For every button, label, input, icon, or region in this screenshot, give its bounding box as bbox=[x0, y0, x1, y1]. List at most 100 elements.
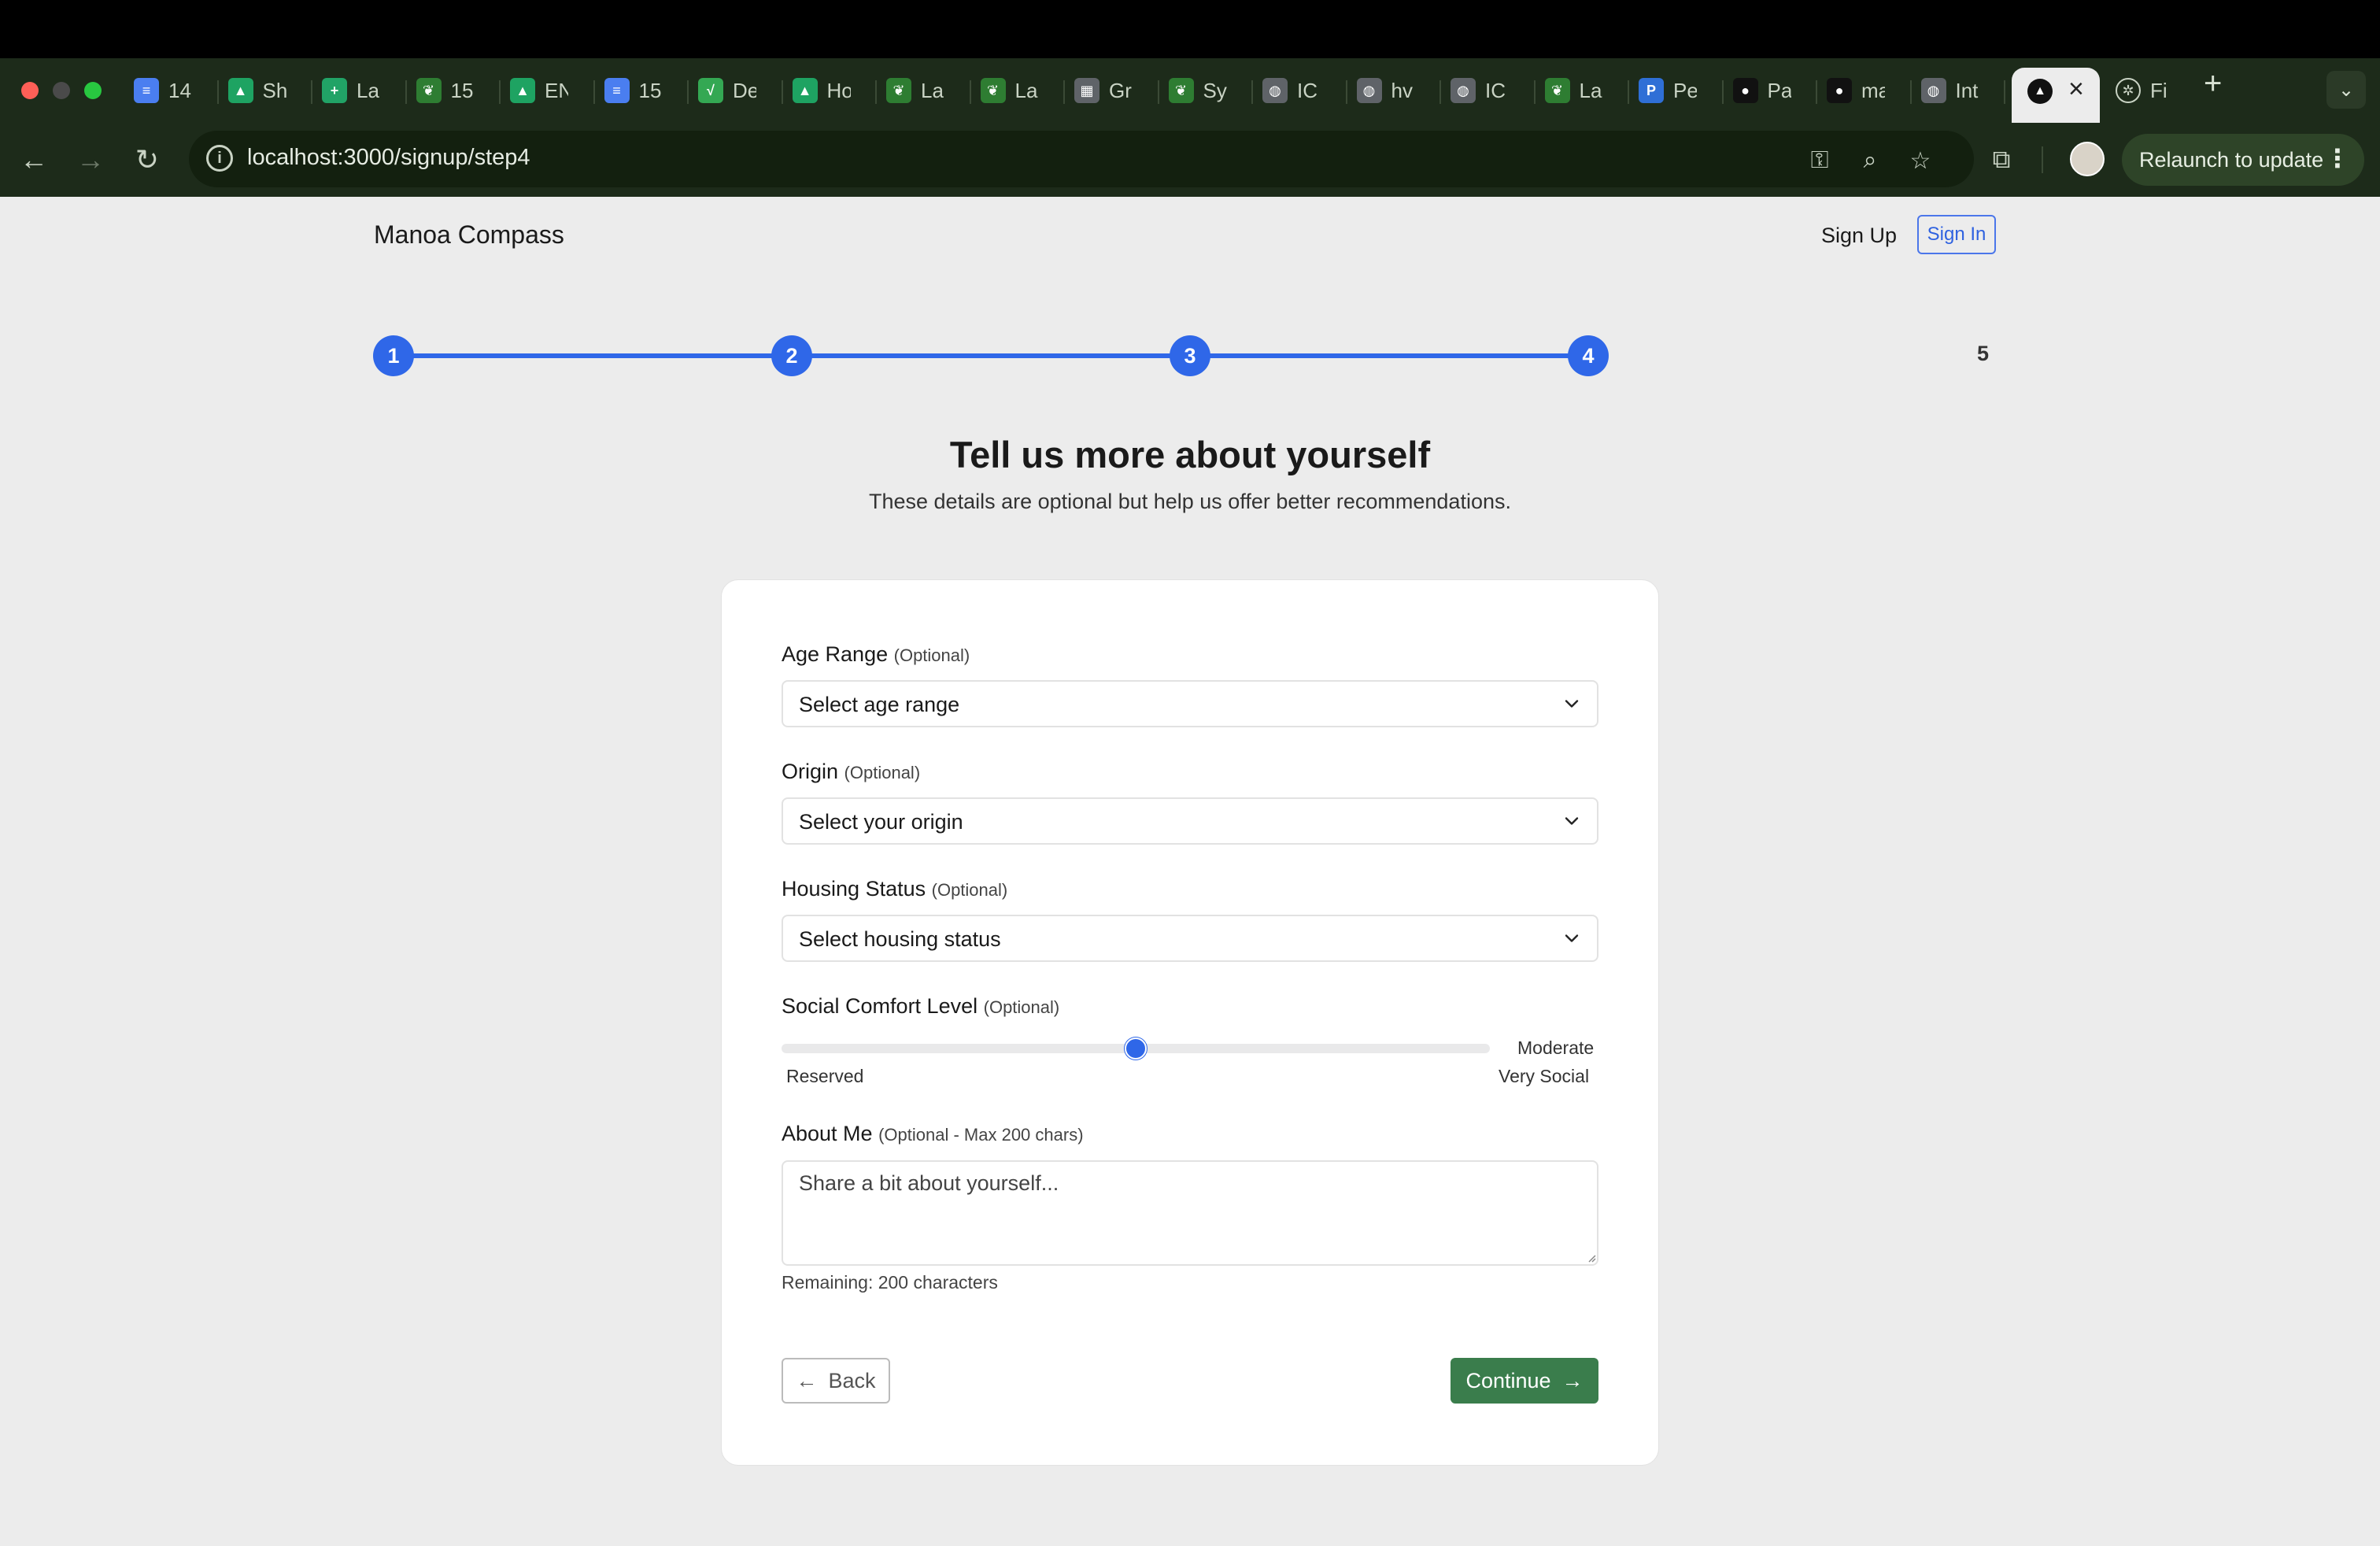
sign-in-button[interactable]: Sign In bbox=[1917, 215, 1996, 254]
browser-tab[interactable]: ❦ 15 bbox=[416, 68, 475, 113]
browser-tab[interactable]: ● Pa bbox=[1732, 68, 1791, 113]
slider-max-label: Very Social bbox=[1499, 1066, 1590, 1086]
brand-logo[interactable]: Manoa Compass bbox=[374, 220, 564, 250]
browser-tab[interactable]: ▦ Gr bbox=[1074, 68, 1133, 113]
browser-tab[interactable]: P Pe bbox=[1639, 68, 1697, 113]
active-tab[interactable]: ▲ × bbox=[2012, 68, 2100, 123]
leaf-icon: ❦ bbox=[886, 78, 911, 103]
browser-tab[interactable]: ◍ IC bbox=[1262, 68, 1321, 113]
resize-grip-icon[interactable] bbox=[1585, 1252, 1596, 1263]
tab-divider bbox=[875, 80, 877, 104]
tab-strip: ≡ 14 ▲ Sh + La ❦ 15 ▲ EN ≡ 15 √ De ▲ Ho ❦ La ❦ La ▦ Gr ❦ Sy ◍ IC ◍… bbox=[0, 58, 2380, 123]
browser-tab[interactable]: ▲ EN bbox=[510, 68, 568, 113]
progress-line bbox=[394, 353, 1587, 358]
calculator-icon: ▦ bbox=[1074, 78, 1099, 103]
tab-divider bbox=[593, 80, 595, 104]
tab-divider bbox=[216, 80, 219, 104]
browser-tab[interactable]: ≡ 14 bbox=[134, 68, 192, 113]
chevron-down-icon bbox=[1565, 817, 1579, 825]
close-window-button[interactable] bbox=[21, 82, 39, 99]
browser-tab[interactable]: ❦ La bbox=[1544, 68, 1603, 113]
browser-tab[interactable]: √ De bbox=[698, 68, 756, 113]
social-comfort-label: Social Comfort Level (Optional) bbox=[782, 994, 1060, 1018]
leaf-icon: ❦ bbox=[1168, 78, 1194, 103]
browser-tab[interactable]: ▲ Sh bbox=[227, 68, 286, 113]
page-subtitle: These details are optional but help us o… bbox=[869, 490, 1511, 513]
triangle-icon: ▲ bbox=[2027, 79, 2053, 104]
openai-icon: ✲ bbox=[2116, 78, 2141, 103]
browser-tab[interactable]: ❦ La bbox=[886, 68, 944, 113]
toolbar: ← → ↻ i localhost:3000/signup/step4 ⚿ ⌕ … bbox=[0, 123, 2380, 197]
chevron-down-icon bbox=[1565, 934, 1579, 942]
about-me-textarea[interactable] bbox=[782, 1160, 1598, 1266]
address-bar[interactable]: i localhost:3000/signup/step4 ⚿ ⌕ ☆ bbox=[189, 131, 1974, 187]
step-4: 4 bbox=[1568, 335, 1609, 376]
tab-divider bbox=[1439, 80, 1441, 104]
profile-avatar[interactable] bbox=[2070, 142, 2105, 176]
reload-icon[interactable]: ↻ bbox=[128, 140, 167, 179]
browser-tab[interactable]: ● ma bbox=[1827, 68, 1885, 113]
drive-icon: ▲ bbox=[792, 78, 818, 103]
close-tab-icon[interactable]: × bbox=[2068, 74, 2084, 105]
step-1: 1 bbox=[373, 335, 414, 376]
relaunch-button[interactable]: Relaunch to update ⋮ bbox=[2122, 134, 2364, 186]
tab-divider bbox=[969, 80, 971, 104]
tab-fi[interactable]: ✲ Fi bbox=[2116, 68, 2174, 113]
remaining-characters: Remaining: 200 characters bbox=[782, 1272, 998, 1293]
kebab-menu-icon[interactable]: ⋮ bbox=[2325, 143, 2350, 173]
housing-status-select[interactable]: Select housing status bbox=[782, 915, 1598, 962]
key-icon[interactable]: ⚿ bbox=[1804, 145, 1835, 176]
tab-divider bbox=[1909, 80, 1912, 104]
origin-label: Origin (Optional) bbox=[782, 760, 921, 783]
back-arrow-icon[interactable]: ← bbox=[14, 140, 54, 179]
tab-search-button[interactable]: ⌄ bbox=[2326, 71, 2366, 109]
url-text[interactable]: localhost:3000/signup/step4 bbox=[247, 145, 530, 171]
browser-tab[interactable]: ▲ Ho bbox=[792, 68, 851, 113]
about-me-label: About Me (Optional - Max 200 chars) bbox=[782, 1122, 1084, 1145]
minimize-window-button[interactable] bbox=[53, 82, 70, 99]
site-info-icon[interactable]: i bbox=[206, 145, 233, 172]
slider-min-label: Reserved bbox=[786, 1066, 864, 1086]
browser-tab[interactable]: ❦ Sy bbox=[1168, 68, 1227, 113]
slider-thumb[interactable] bbox=[1125, 1037, 1147, 1060]
chart-icon: √ bbox=[698, 78, 723, 103]
tab-divider bbox=[1533, 80, 1536, 104]
origin-select[interactable]: Select your origin bbox=[782, 797, 1598, 845]
sheets-icon: + bbox=[322, 78, 347, 103]
browser-tab[interactable]: ◍ IC bbox=[1451, 68, 1509, 113]
browser-tab[interactable]: ◍ Int bbox=[1920, 68, 1979, 113]
drive-icon: ▲ bbox=[227, 78, 253, 103]
tab-divider bbox=[1251, 80, 1253, 104]
globe-icon: ◍ bbox=[1920, 78, 1946, 103]
maximize-window-button[interactable] bbox=[84, 82, 102, 99]
forward-arrow-icon[interactable]: → bbox=[71, 140, 110, 179]
globe-icon: ◍ bbox=[1262, 78, 1288, 103]
tab-divider bbox=[1628, 80, 1629, 104]
tab-divider bbox=[1721, 80, 1724, 104]
globe-icon: ◍ bbox=[1356, 78, 1382, 103]
step-2: 2 bbox=[771, 335, 812, 376]
leaf-icon: ❦ bbox=[1544, 78, 1570, 103]
tab-divider bbox=[499, 80, 501, 104]
tab-divider bbox=[1063, 80, 1065, 104]
tab-divider bbox=[687, 80, 689, 104]
age-range-label: Age Range (Optional) bbox=[782, 642, 970, 666]
star-icon[interactable]: ☆ bbox=[1905, 145, 1936, 176]
sign-up-link[interactable]: Sign Up bbox=[1821, 224, 1897, 248]
age-range-select[interactable]: Select age range bbox=[782, 680, 1598, 727]
back-button[interactable]: ← Back bbox=[782, 1358, 890, 1404]
slider-value-label: Moderate bbox=[1517, 1037, 1595, 1058]
zoom-icon[interactable]: ⌕ bbox=[1854, 145, 1886, 176]
chevron-down-icon bbox=[1565, 700, 1579, 708]
tab-divider bbox=[311, 80, 312, 104]
extensions-icon[interactable]: ⧉ bbox=[1982, 140, 2021, 179]
browser-tab[interactable]: ≡ 15 bbox=[604, 68, 663, 113]
browser-tab[interactable]: ◍ hv bbox=[1356, 68, 1415, 113]
new-tab-button[interactable]: + bbox=[2204, 66, 2222, 102]
continue-button[interactable]: Continue → bbox=[1451, 1358, 1598, 1404]
tab-divider bbox=[1345, 80, 1347, 104]
browser-tab[interactable]: ❦ La bbox=[980, 68, 1039, 113]
tab-divider bbox=[2004, 80, 2005, 104]
docs-icon: ≡ bbox=[604, 78, 630, 103]
browser-tab[interactable]: + La bbox=[322, 68, 380, 113]
